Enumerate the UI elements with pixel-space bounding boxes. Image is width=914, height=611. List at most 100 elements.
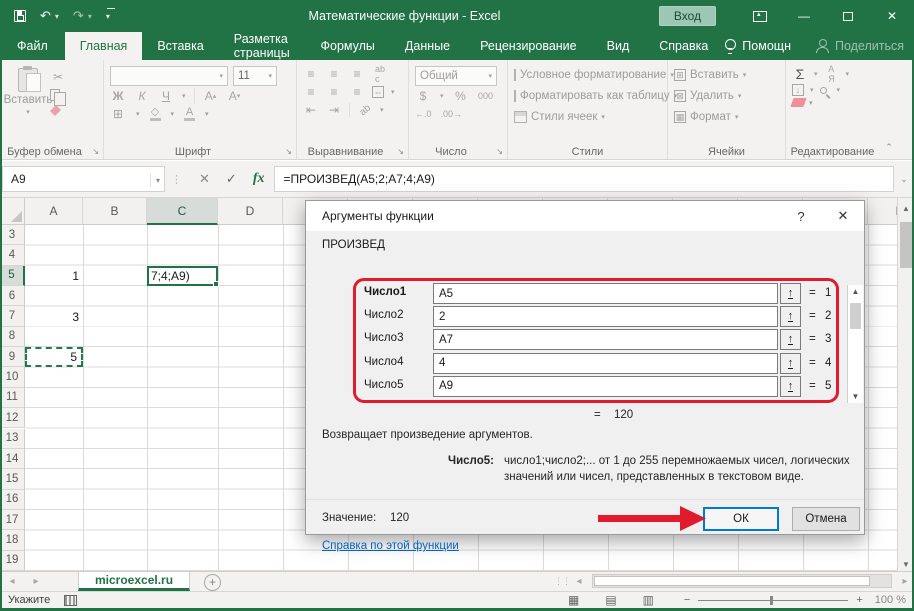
maximize-button[interactable] xyxy=(826,0,870,32)
argument-input[interactable]: A9 xyxy=(433,376,778,397)
format-as-table-button[interactable]: Форматировать как таблицу▾ xyxy=(514,85,663,106)
row-header-5[interactable]: 5 xyxy=(0,266,25,286)
zoom-slider-thumb[interactable] xyxy=(770,596,773,605)
zoom-in-icon[interactable]: + xyxy=(856,594,862,606)
row-header-12[interactable]: 12 xyxy=(0,408,25,428)
sheet-tab-active[interactable]: microexcel.ru xyxy=(78,572,190,591)
delete-cells-button[interactable]: ⊠Удалить▾ xyxy=(674,85,781,106)
number-dialog-launcher-icon[interactable]: ↘ xyxy=(496,147,503,156)
decrease-indent-icon[interactable]: ⇤ xyxy=(303,102,319,118)
function-help-link[interactable]: Справка по этой функции xyxy=(322,540,459,552)
row-header-3[interactable]: 3 xyxy=(0,225,25,245)
ribbon-display-options-button[interactable] xyxy=(738,0,782,32)
name-box-dropdown-icon[interactable]: ▾ xyxy=(150,174,160,187)
row-header-10[interactable]: 10 xyxy=(0,367,25,387)
cell-C5[interactable]: 7;4;A9) xyxy=(147,266,218,286)
row-header-9[interactable]: 9 xyxy=(0,347,25,367)
find-select-icon[interactable] xyxy=(820,87,827,94)
select-all-corner[interactable] xyxy=(0,198,25,225)
cell-styles-button[interactable]: Стили ячеек▾ xyxy=(514,106,663,127)
align-bottom-icon[interactable]: ≡ xyxy=(349,66,365,82)
align-top-icon[interactable]: ≡ xyxy=(303,66,319,82)
argument-input[interactable]: A5 xyxy=(433,283,778,304)
font-color-icon[interactable]: А xyxy=(184,107,195,121)
font-color-dropdown-icon[interactable]: ▾ xyxy=(205,110,209,118)
clipboard-dialog-launcher-icon[interactable]: ↘ xyxy=(92,147,99,156)
argument-input[interactable]: 4 xyxy=(433,353,778,374)
page-break-view-icon[interactable]: ▥ xyxy=(643,593,654,607)
sort-filter-dropdown-icon[interactable]: ▾ xyxy=(846,70,850,78)
dialog-close-button[interactable]: ✕ xyxy=(822,201,864,231)
expand-formula-bar-icon[interactable]: ⌄ xyxy=(894,174,914,185)
undo-icon[interactable]: ↶ xyxy=(40,8,51,24)
column-header-C[interactable]: C xyxy=(147,198,218,225)
zoom-level[interactable]: 100 % xyxy=(875,594,906,606)
sheet-nav-right-icon[interactable]: ▸ xyxy=(24,572,48,591)
number-format-select[interactable]: Общий▾ xyxy=(415,66,497,86)
row-header-6[interactable]: 6 xyxy=(0,286,25,306)
collapse-dialog-button[interactable]: ↑ xyxy=(780,283,801,304)
borders-icon[interactable]: ⊞ xyxy=(110,106,126,122)
font-size-select[interactable]: 11▾ xyxy=(233,66,277,86)
normal-view-icon[interactable]: ▦ xyxy=(568,593,579,607)
column-header-D[interactable]: D xyxy=(218,198,283,225)
formula-input[interactable]: =ПРОИЗВЕД(A5;2;A7;4;A9) xyxy=(274,166,894,192)
vertical-scrollbar-thumb[interactable] xyxy=(900,222,912,268)
cell-A7[interactable]: 3 xyxy=(25,306,83,326)
new-sheet-button[interactable]: + xyxy=(204,574,221,591)
redo-icon[interactable]: ↷ xyxy=(73,8,84,24)
row-header-8[interactable]: 8 xyxy=(0,327,25,347)
tab-главная[interactable]: Главная xyxy=(65,32,143,60)
zoom-slider[interactable] xyxy=(698,600,848,601)
zoom-out-icon[interactable]: − xyxy=(684,594,690,606)
autosum-icon[interactable]: Σ xyxy=(792,66,808,82)
cell-A5[interactable]: 1 xyxy=(25,266,83,286)
conditional-formatting-button[interactable]: Условное форматирование▾ xyxy=(514,64,663,85)
merge-center-icon[interactable]: ⇔ xyxy=(372,86,384,98)
increase-decimal-icon[interactable]: ←.0 xyxy=(415,106,432,122)
row-header-4[interactable]: 4 xyxy=(0,245,25,265)
clear-eraser-icon[interactable] xyxy=(790,98,806,107)
accounting-format-icon[interactable]: $ xyxy=(415,88,431,104)
row-header-19[interactable]: 19 xyxy=(0,551,25,571)
accounting-dropdown-icon[interactable]: ▾ xyxy=(440,92,444,100)
paste-dropdown-icon[interactable]: ▾ xyxy=(26,108,30,116)
fill-color-dropdown-icon[interactable]: ▾ xyxy=(171,110,175,118)
sort-filter-icon[interactable]: АЯ xyxy=(824,66,840,82)
column-header-A[interactable]: A xyxy=(25,198,83,225)
increase-indent-icon[interactable]: ⇥ xyxy=(326,102,342,118)
underline-dropdown-icon[interactable]: ▾ xyxy=(182,92,186,100)
dialog-scrollbar-thumb[interactable] xyxy=(850,303,861,329)
orientation-dropdown-icon[interactable]: ▾ xyxy=(380,106,384,114)
page-layout-view-icon[interactable]: ▤ xyxy=(605,593,616,607)
scroll-up-icon[interactable]: ▲ xyxy=(898,198,914,218)
row-header-16[interactable]: 16 xyxy=(0,490,25,510)
tab-данные[interactable]: Данные xyxy=(390,32,465,60)
cut-button[interactable]: ✂ xyxy=(50,69,66,85)
fill-down-icon[interactable]: ↓ xyxy=(792,84,804,96)
scroll-left-icon[interactable]: ◂ xyxy=(570,576,588,587)
collapse-ribbon-button[interactable]: ⌃ xyxy=(879,60,899,159)
tab-рецензирование[interactable]: Рецензирование xyxy=(465,32,592,60)
find-dropdown-icon[interactable]: ▾ xyxy=(837,86,841,94)
sheet-nav-left-icon[interactable]: ◂ xyxy=(0,572,24,591)
row-header-15[interactable]: 15 xyxy=(0,469,25,489)
align-center-icon[interactable]: ≡ xyxy=(326,84,342,100)
comma-style-icon[interactable]: 000 xyxy=(478,88,494,104)
tab-справка[interactable]: Справка xyxy=(644,32,723,60)
copy-icon[interactable] xyxy=(50,89,60,101)
vertical-scrollbar[interactable]: ▲ ▼ xyxy=(897,198,914,571)
row-header-13[interactable]: 13 xyxy=(0,429,25,449)
row-header-14[interactable]: 14 xyxy=(0,449,25,469)
insert-function-icon[interactable]: fx xyxy=(253,171,265,187)
argument-input[interactable]: 2 xyxy=(433,306,778,327)
cancel-entry-icon[interactable]: ✕ xyxy=(199,171,210,187)
scrollbar-resize-handle[interactable]: ⋮⋮ xyxy=(554,576,570,587)
fill-handle[interactable] xyxy=(213,281,219,287)
row-header-17[interactable]: 17 xyxy=(0,510,25,530)
column-header-B[interactable]: B xyxy=(83,198,147,225)
increase-font-icon[interactable]: A▴ xyxy=(203,88,219,104)
customize-qat-icon[interactable]: ▾ xyxy=(106,12,118,21)
scroll-down-icon[interactable]: ▼ xyxy=(898,560,914,569)
underline-button[interactable]: Ч xyxy=(158,88,174,104)
